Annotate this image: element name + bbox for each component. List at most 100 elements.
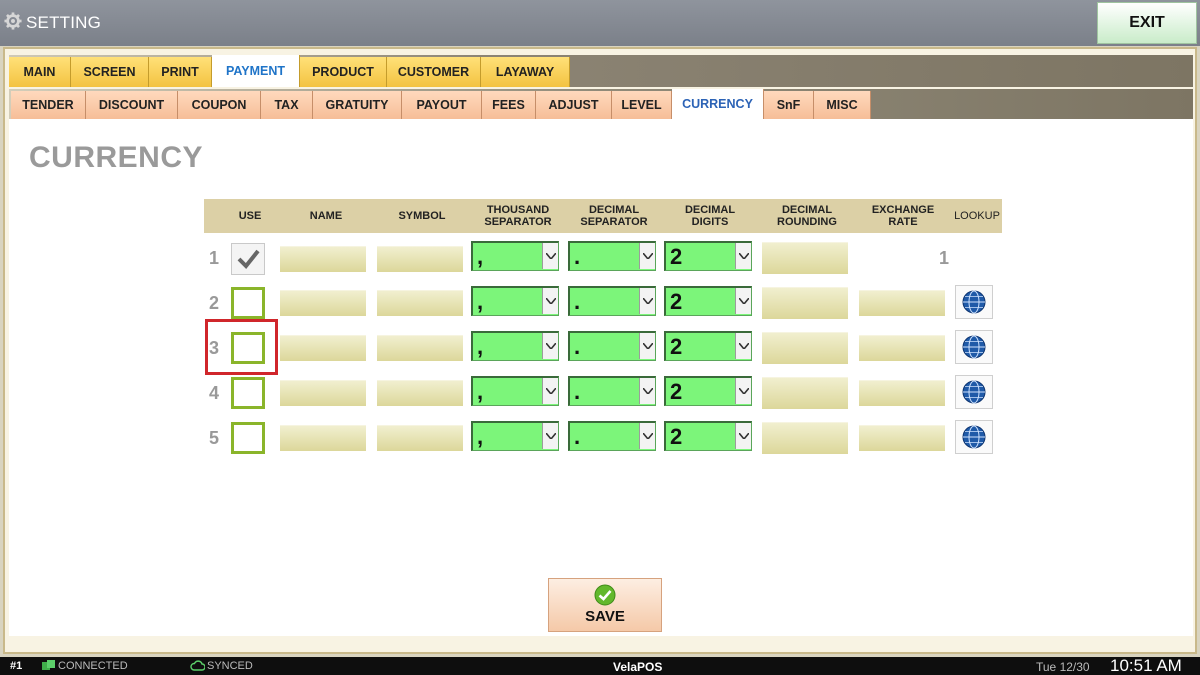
exchange-rate-field[interactable] — [859, 380, 945, 406]
decimal-digits-select[interactable]: 2 — [664, 376, 752, 406]
header-decimal-digits-line2: DIGITS — [691, 216, 729, 228]
tab-currency[interactable]: CURRENCY — [672, 89, 764, 119]
connection-status: CONNECTED — [58, 660, 128, 672]
tab-level[interactable]: LEVEL — [612, 91, 672, 119]
tab-adjust[interactable]: ADJUST — [536, 91, 612, 119]
exchange-rate-field[interactable] — [859, 335, 945, 361]
primary-tab-bar: MAIN SCREEN PRINT PAYMENT PRODUCT CUSTOM… — [9, 55, 1193, 87]
use-checkbox[interactable] — [231, 243, 265, 275]
thousand-separator-select[interactable]: , — [471, 286, 559, 316]
page-title: CURRENCY — [29, 141, 204, 174]
decimal-rounding-field[interactable] — [762, 287, 848, 319]
decimal-digits-select[interactable]: 2 — [664, 241, 752, 271]
tab-customer[interactable]: CUSTOMER — [387, 57, 481, 87]
window-title: SETTING — [26, 13, 102, 32]
symbol-field[interactable] — [377, 335, 463, 361]
lookup-button[interactable] — [955, 375, 993, 409]
decimal-separator-select[interactable]: . — [568, 376, 656, 406]
select-value: , — [477, 334, 484, 359]
save-label: SAVE — [585, 608, 625, 625]
globe-icon — [962, 290, 986, 314]
symbol-field[interactable] — [377, 246, 463, 272]
symbol-field[interactable] — [377, 380, 463, 406]
header-thousand-line2: SEPARATOR — [484, 216, 552, 228]
lookup-button[interactable] — [955, 330, 993, 364]
select-value: , — [477, 379, 484, 404]
chevron-down-icon — [542, 288, 558, 314]
thousand-separator-select[interactable]: , — [471, 421, 559, 451]
lookup-button[interactable] — [955, 285, 993, 319]
secondary-tab-bar: TENDER DISCOUNT COUPON TAX GRATUITY PAYO… — [9, 89, 1193, 119]
exchange-rate-field[interactable] — [859, 290, 945, 316]
select-value: 2 — [670, 244, 683, 269]
select-value: , — [477, 289, 484, 314]
symbol-field[interactable] — [377, 290, 463, 316]
header-exchange-rate: EXCHANGE RATE — [859, 199, 947, 233]
tab-layaway[interactable]: LAYAWAY — [481, 57, 570, 87]
content-panel: CURRENCY USE NAME SYMBOL THOUSAND SEPARA… — [9, 119, 1193, 636]
status-date: Tue 12/30 — [1036, 660, 1090, 674]
tab-coupon[interactable]: COUPON — [178, 91, 261, 119]
name-field[interactable] — [280, 380, 366, 406]
tab-discount[interactable]: DISCOUNT — [86, 91, 178, 119]
chevron-down-icon — [639, 378, 655, 404]
chevron-down-icon — [735, 423, 751, 449]
title-bar: SETTING EXIT — [0, 0, 1200, 46]
decimal-separator-select[interactable]: . — [568, 331, 656, 361]
symbol-field[interactable] — [377, 425, 463, 451]
name-field[interactable] — [280, 246, 366, 272]
header-decimal-rounding-line2: ROUNDING — [777, 216, 837, 228]
decimal-digits-select[interactable]: 2 — [664, 331, 752, 361]
chevron-down-icon — [735, 333, 751, 359]
select-value: . — [574, 289, 581, 314]
name-field[interactable] — [280, 290, 366, 316]
header-name: NAME — [309, 210, 343, 222]
tab-payment[interactable]: PAYMENT — [212, 55, 300, 87]
name-field[interactable] — [280, 335, 366, 361]
status-bar: #1 CONNECTED SYNCED VelaPOS Tue 12/30 10… — [0, 656, 1200, 675]
use-checkbox[interactable] — [231, 422, 265, 454]
decimal-rounding-field[interactable] — [762, 377, 848, 409]
exit-button[interactable]: EXIT — [1097, 2, 1197, 44]
row-number: 4 — [208, 383, 219, 403]
chevron-down-icon — [542, 378, 558, 404]
decimal-digits-select[interactable]: 2 — [664, 421, 752, 451]
decimal-separator-select[interactable]: . — [568, 241, 656, 271]
tab-misc[interactable]: MISC — [814, 91, 871, 119]
tab-screen[interactable]: SCREEN — [71, 57, 149, 87]
tab-main[interactable]: MAIN — [9, 57, 71, 87]
grid-header: USE NAME SYMBOL THOUSAND SEPARATOR DECIM… — [204, 199, 1002, 233]
thousand-separator-select[interactable]: , — [471, 331, 559, 361]
exchange-rate-field[interactable] — [859, 425, 945, 451]
tab-tender[interactable]: TENDER — [11, 91, 86, 119]
tab-snf[interactable]: SnF — [764, 91, 814, 119]
brand-name: VelaPOS — [613, 660, 663, 674]
exchange-rate-value: 1 — [938, 248, 949, 268]
row-number: 1 — [208, 248, 219, 268]
decimal-rounding-field[interactable] — [762, 242, 848, 274]
decimal-separator-select[interactable]: . — [568, 421, 656, 451]
lookup-button[interactable] — [955, 420, 993, 454]
thousand-separator-select[interactable]: , — [471, 376, 559, 406]
decimal-digits-select[interactable]: 2 — [664, 286, 752, 316]
tab-gratuity[interactable]: GRATUITY — [313, 91, 402, 119]
tab-tax[interactable]: TAX — [261, 91, 313, 119]
tab-product[interactable]: PRODUCT — [300, 57, 387, 87]
decimal-rounding-field[interactable] — [762, 422, 848, 454]
save-button[interactable]: SAVE — [548, 578, 662, 632]
decimal-rounding-field[interactable] — [762, 332, 848, 364]
tab-fees[interactable]: FEES — [482, 91, 536, 119]
name-field[interactable] — [280, 425, 366, 451]
tab-payout[interactable]: PAYOUT — [402, 91, 482, 119]
decimal-separator-select[interactable]: . — [568, 286, 656, 316]
checkmark-icon — [237, 249, 260, 269]
use-checkbox[interactable] — [231, 377, 265, 409]
tab-print[interactable]: PRINT — [149, 57, 212, 87]
select-value: . — [574, 424, 581, 449]
use-checkbox[interactable] — [231, 287, 265, 319]
row-number: 5 — [208, 428, 219, 448]
header-lookup: LOOKUP — [954, 210, 1000, 222]
select-value: . — [574, 379, 581, 404]
thousand-separator-select[interactable]: , — [471, 241, 559, 271]
header-symbol: SYMBOL — [398, 210, 446, 222]
